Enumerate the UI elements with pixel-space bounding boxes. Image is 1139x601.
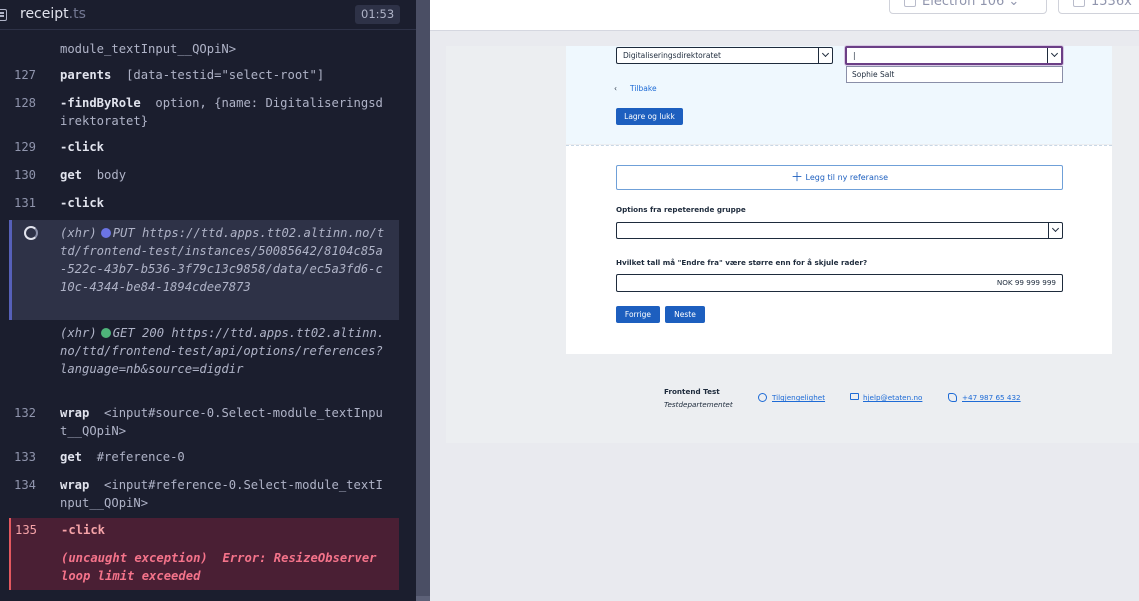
command-name: -click: [60, 196, 105, 210]
xhr-row-pending[interactable]: (xhr) PUT https://ttd.apps.tt02.altinn.no…: [9, 220, 399, 320]
command-row[interactable]: 127 parents [data-testid="select-root"]: [0, 66, 400, 90]
xhr-label: (xhr): [60, 226, 97, 240]
add-reference-button[interactable]: ＋ Legg til ny referanse: [616, 165, 1063, 190]
command-arg: #reference-0: [96, 450, 185, 464]
command-name: wrap: [60, 478, 90, 492]
info-icon: [758, 393, 767, 402]
email-link[interactable]: hjelp@etaten.no: [863, 393, 922, 402]
browser-icon: [904, 0, 916, 7]
options-label: Options fra repeterende gruppe: [616, 205, 746, 214]
next-button[interactable]: Neste: [665, 306, 705, 323]
status-dot-icon: [100, 328, 111, 338]
command-name: -click: [60, 140, 105, 154]
form-card: ＋ Legg til ny referanse Options fra repe…: [566, 145, 1112, 354]
command-name: -click: [61, 523, 106, 537]
plus-icon: ＋: [790, 170, 803, 184]
command-row[interactable]: 131 -click: [0, 194, 400, 218]
resize-gutter[interactable]: [416, 0, 430, 601]
xhr-row[interactable]: (xhr) GET 200 https://ttd.apps.tt02.altin…: [0, 324, 400, 394]
command-log-panel: receipt.ts 01:53 module_textInput__QOpiN…: [0, 0, 416, 601]
phone-link[interactable]: +47 987 65 432: [962, 393, 1021, 402]
command-number: 134: [14, 478, 37, 492]
options-select[interactable]: [616, 222, 1063, 239]
command-name: wrap: [60, 406, 90, 420]
command-number: 129: [14, 140, 37, 154]
org-title: Frontend Test: [664, 387, 720, 396]
org-subtitle: Testdepartementet: [664, 400, 733, 409]
spec-header: receipt.ts 01:53: [0, 0, 416, 30]
command-number: 128: [14, 96, 37, 110]
command-row[interactable]: 128 -findByRole option, {name: Digitalis…: [0, 94, 400, 134]
command-row[interactable]: 130 get body: [0, 166, 400, 190]
command-arg: <input#reference-0.Select-module_textInp…: [60, 478, 383, 510]
command-row[interactable]: 133 get #reference-0: [0, 448, 400, 472]
viewport-button[interactable]: 1536x: [1058, 0, 1139, 14]
cypress-runner: receipt.ts 01:53 module_textInput__QOpiN…: [0, 0, 1139, 601]
loading-spinner-icon: [24, 226, 38, 240]
command-number: 127: [14, 68, 37, 82]
status-dot-icon: [100, 228, 111, 238]
spec-file-name[interactable]: receipt.ts: [20, 6, 86, 22]
file-icon: [0, 9, 7, 21]
command-name: get: [60, 168, 83, 182]
browser-selector-button[interactable]: Electron 106 ⌄: [889, 0, 1047, 14]
command-name: parents: [60, 68, 112, 82]
xhr-label: (xhr): [60, 326, 97, 340]
command-number: 135: [15, 523, 38, 537]
chevron-down-icon[interactable]: [1048, 223, 1062, 238]
command-number: 132: [14, 406, 37, 420]
command-arg: [data-testid="select-root"]: [126, 68, 325, 82]
phone-icon: [948, 393, 957, 402]
accessibility-link[interactable]: Tilgjengelighet: [772, 393, 825, 402]
preview-toolbar: Electron 106 ⌄ 1536x: [430, 0, 1139, 31]
command-arg: module_textInput__QOpiN>: [60, 42, 237, 56]
save-close-button[interactable]: Lagre og lukk: [616, 108, 683, 125]
source-select[interactable]: Digitaliseringsdirektoratet: [616, 47, 833, 64]
threshold-input[interactable]: NOK 99 999 999: [616, 274, 1063, 292]
command-arg: body: [96, 168, 127, 182]
command-row-error[interactable]: 135 -click (uncaught exception) Error: R…: [9, 518, 399, 590]
dropdown-option[interactable]: Sophie Salt: [846, 66, 1063, 83]
xhr-method: PUT: [112, 226, 135, 240]
command-number: 130: [14, 168, 37, 182]
command-arg: <input#source-0.Select-module_textInput_…: [60, 406, 383, 438]
command-list: module_textInput__QOpiN> 127 parents [da…: [0, 31, 400, 601]
command-row[interactable]: module_textInput__QOpiN>: [0, 40, 400, 60]
command-number: 133: [14, 450, 37, 464]
command-number: 131: [14, 196, 37, 210]
footer: Frontend Test Testdepartementet Tilgjeng…: [664, 386, 1064, 416]
chevron-down-icon[interactable]: [818, 48, 832, 63]
app-preview-panel: Electron 106 ⌄ 1536x Digitaliseringsdire…: [430, 0, 1139, 601]
command-row[interactable]: 129 -click: [0, 138, 400, 162]
chevron-left-icon: ‹: [614, 84, 617, 93]
chevron-down-icon[interactable]: [1047, 48, 1061, 63]
threshold-label: Hvilket tall må "Endre fra" være større …: [616, 258, 868, 267]
error-message: (uncaught exception) Error: ResizeObserv…: [61, 551, 384, 583]
scrollbar-thumb[interactable]: [416, 596, 430, 601]
email-icon: [850, 393, 859, 400]
app-frame: Digitaliseringsdirektoratet | Sophie Sal…: [446, 46, 1139, 443]
viewport-icon: [1073, 0, 1085, 7]
command-name: -findByRole: [60, 96, 141, 110]
back-link[interactable]: ‹ Tilbake: [614, 84, 657, 93]
command-row[interactable]: 132 wrap <input#source-0.Select-module_t…: [0, 404, 400, 444]
previous-button[interactable]: Forrige: [616, 306, 660, 323]
run-timer: 01:53: [355, 5, 401, 24]
command-row[interactable]: 134 wrap <input#reference-0.Select-modul…: [0, 476, 400, 516]
reference-select[interactable]: |: [845, 46, 1063, 65]
command-name: get: [60, 450, 83, 464]
xhr-method: GET 200: [112, 326, 165, 340]
group-edit-panel: Digitaliseringsdirektoratet | Sophie Sal…: [566, 46, 1112, 144]
